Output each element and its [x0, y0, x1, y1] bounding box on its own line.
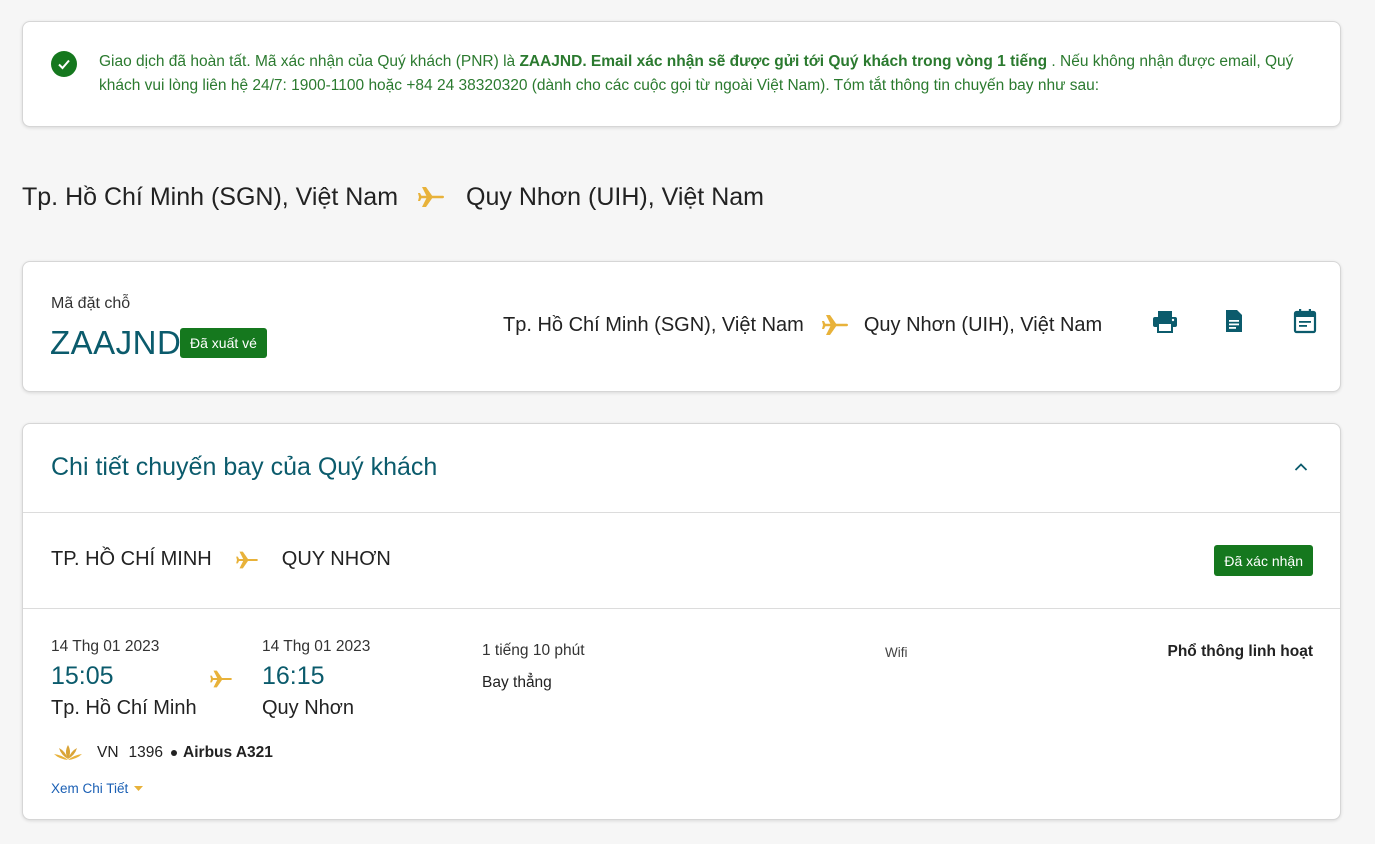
arrival-city: Quy Nhơn	[262, 697, 355, 719]
segment-destination: QUY NHƠN	[281, 548, 391, 570]
plane-icon	[208, 669, 234, 689]
booking-code-label: Mã đặt chỗ	[51, 295, 131, 312]
airline-lotus-logo	[53, 743, 83, 763]
plane-icon	[820, 313, 850, 337]
separator-dot	[171, 750, 178, 756]
divider	[23, 608, 1340, 609]
arrival-date: 14 Thg 01 2023	[262, 638, 371, 655]
booking-route: Tp. Hồ Chí Minh (SGN), Việt Nam Quy Nhơn…	[503, 313, 1102, 337]
segment-status-badge: Đã xác nhận	[1214, 545, 1313, 576]
segment-route: TP. HỒ CHÍ MINH QUY NHƠN	[51, 548, 391, 571]
booking-origin: Tp. Hồ Chí Minh (SGN), Việt Nam	[503, 313, 804, 336]
view-details-link[interactable]: Xem Chi Tiết	[51, 781, 144, 796]
flight-duration: 1 tiếng 10 phút	[482, 642, 585, 659]
plane-icon	[416, 185, 446, 209]
booking-summary-card: Mã đặt chỗ ZAAJND Đã xuất vé Tp. Hồ Chí …	[22, 261, 1341, 392]
flight-details-card: Chi tiết chuyến bay của Quý khách TP. HỒ…	[22, 423, 1341, 820]
arrival-time: 16:15	[262, 662, 325, 690]
document-button[interactable]	[1219, 308, 1249, 338]
fare-class: Phổ thông linh hoạt	[1167, 643, 1314, 660]
plane-icon	[234, 550, 260, 570]
segment-origin: TP. HỒ CHÍ MINH	[51, 548, 212, 570]
aircraft-type: Airbus A321	[183, 744, 273, 761]
flight-details-title: Chi tiết chuyến bay của Quý khách	[51, 453, 438, 481]
departure-info: 14 Thg 01 2023 15:05 Tp. Hồ Chí Minh	[51, 638, 197, 720]
calendar-icon	[1293, 308, 1317, 339]
departure-city: Tp. Hồ Chí Minh	[51, 697, 197, 719]
pnr-code: ZAAJND.	[519, 53, 587, 70]
carrier-code: VN	[97, 744, 119, 761]
flight-info-line: VN 1396 Airbus A321	[53, 743, 273, 763]
route-origin: Tp. Hồ Chí Minh (SGN), Việt Nam	[22, 182, 399, 211]
confirmation-banner: Giao dịch đã hoàn tất. Mã xác nhận của Q…	[22, 21, 1341, 127]
document-icon	[1224, 309, 1244, 338]
print-button[interactable]	[1150, 308, 1180, 338]
printer-icon	[1152, 309, 1178, 338]
departure-date: 14 Thg 01 2023	[51, 638, 160, 655]
booking-code: ZAAJND	[50, 324, 182, 361]
check-circle-icon	[51, 51, 77, 77]
confirmation-message: Giao dịch đã hoàn tất. Mã xác nhận của Q…	[99, 53, 1294, 94]
stops-info: Bay thẳng	[482, 674, 552, 691]
route-destination: Quy Nhơn (UIH), Việt Nam	[466, 182, 764, 211]
flight-number: 1396	[128, 744, 164, 761]
booking-destination: Quy Nhơn (UIH), Việt Nam	[863, 313, 1103, 336]
route-heading: Tp. Hồ Chí Minh (SGN), Việt Nam Quy Nhơn…	[22, 180, 764, 214]
departure-time: 15:05	[51, 662, 114, 690]
calendar-button[interactable]	[1290, 308, 1320, 338]
chevron-up-icon	[1294, 459, 1308, 477]
email-notice: Email xác nhận sẽ được gửi tới Quý khách…	[586, 53, 1048, 70]
arrival-info: 14 Thg 01 2023 16:15 Quy Nhơn	[262, 638, 370, 720]
collapse-button[interactable]	[1290, 457, 1312, 479]
view-details-label: Xem Chi Tiết	[51, 781, 129, 796]
divider	[23, 512, 1340, 513]
caret-down-icon	[134, 785, 144, 792]
ticket-status-badge: Đã xuất vé	[180, 328, 267, 358]
amenity-wifi: Wifi	[885, 645, 908, 660]
